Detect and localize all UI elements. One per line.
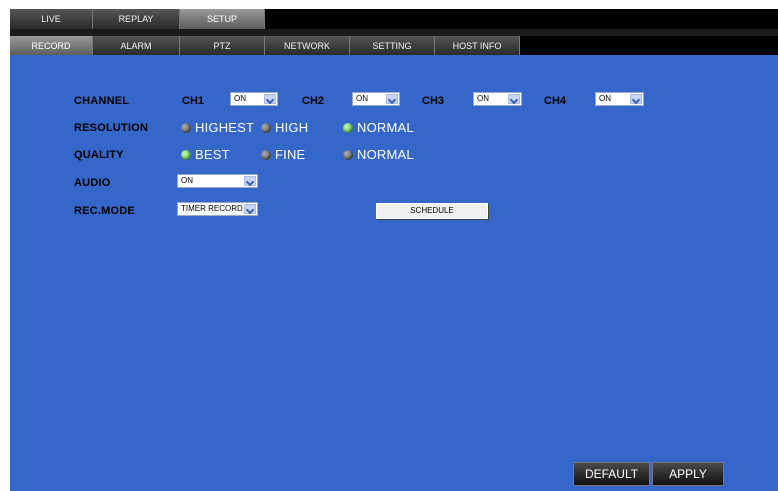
chevron-down-icon — [386, 94, 398, 104]
radio-off-icon — [343, 149, 353, 160]
chevron-down-icon — [630, 94, 642, 104]
resolution-highest-radio[interactable]: HIGHEST — [181, 120, 254, 135]
chevron-down-icon — [244, 176, 256, 186]
ch3-label: CH3 — [422, 95, 445, 107]
apply-button[interactable]: APPLY — [652, 462, 724, 486]
sub-tab-bar: RECORD ALARM PTZ NETWORK SETTING HOST IN… — [10, 36, 778, 55]
tab-host-info[interactable]: HOST INFO — [435, 36, 520, 55]
tab-separator — [10, 29, 778, 36]
tab-live[interactable]: LIVE — [10, 9, 93, 29]
quality-normal-radio[interactable]: NORMAL — [343, 147, 414, 162]
ch3-select[interactable]: ON — [473, 92, 522, 106]
resolution-normal-radio[interactable]: NORMAL — [343, 120, 414, 135]
top-strip — [10, 0, 778, 9]
chevron-down-icon — [244, 204, 256, 214]
quality-label: QUALITY — [74, 149, 124, 161]
audio-label: AUDIO — [74, 177, 111, 189]
ch2-select[interactable]: ON — [352, 92, 400, 106]
rec-mode-label: REC.MODE — [74, 205, 135, 217]
channel-label: CHANNEL — [74, 95, 130, 107]
ch1-select[interactable]: ON — [230, 92, 278, 106]
tab-setup[interactable]: SETUP — [180, 9, 265, 29]
ch1-label: CH1 — [182, 95, 205, 107]
radio-off-icon — [261, 122, 271, 133]
tab-record[interactable]: RECORD — [10, 36, 93, 55]
quality-best-radio[interactable]: BEST — [181, 147, 230, 162]
radio-off-icon — [181, 122, 191, 133]
default-button[interactable]: DEFAULT — [573, 462, 650, 486]
ch4-label: CH4 — [544, 95, 567, 107]
ch2-label: CH2 — [302, 95, 325, 107]
schedule-button[interactable]: SCHEDULE — [376, 203, 488, 219]
resolution-high-radio[interactable]: HIGH — [261, 120, 308, 135]
chevron-down-icon — [508, 94, 520, 104]
tab-ptz[interactable]: PTZ — [180, 36, 265, 55]
tab-alarm[interactable]: ALARM — [93, 36, 180, 55]
audio-select[interactable]: ON — [177, 174, 258, 188]
rec-mode-select[interactable]: TIMER RECORD — [177, 202, 258, 216]
setup-panel: LIVE REPLAY SETUP RECORD ALARM PTZ NETWO… — [10, 0, 778, 491]
radio-on-icon — [181, 149, 191, 160]
main-tab-bar: LIVE REPLAY SETUP — [10, 9, 778, 29]
tab-network[interactable]: NETWORK — [265, 36, 350, 55]
quality-fine-radio[interactable]: FINE — [261, 147, 305, 162]
resolution-label: RESOLUTION — [74, 122, 149, 134]
ch4-select[interactable]: ON — [595, 92, 644, 106]
radio-off-icon — [261, 149, 271, 160]
tab-setting[interactable]: SETTING — [350, 36, 435, 55]
chevron-down-icon — [264, 94, 276, 104]
radio-on-icon — [343, 122, 353, 133]
tab-replay[interactable]: REPLAY — [93, 9, 180, 29]
